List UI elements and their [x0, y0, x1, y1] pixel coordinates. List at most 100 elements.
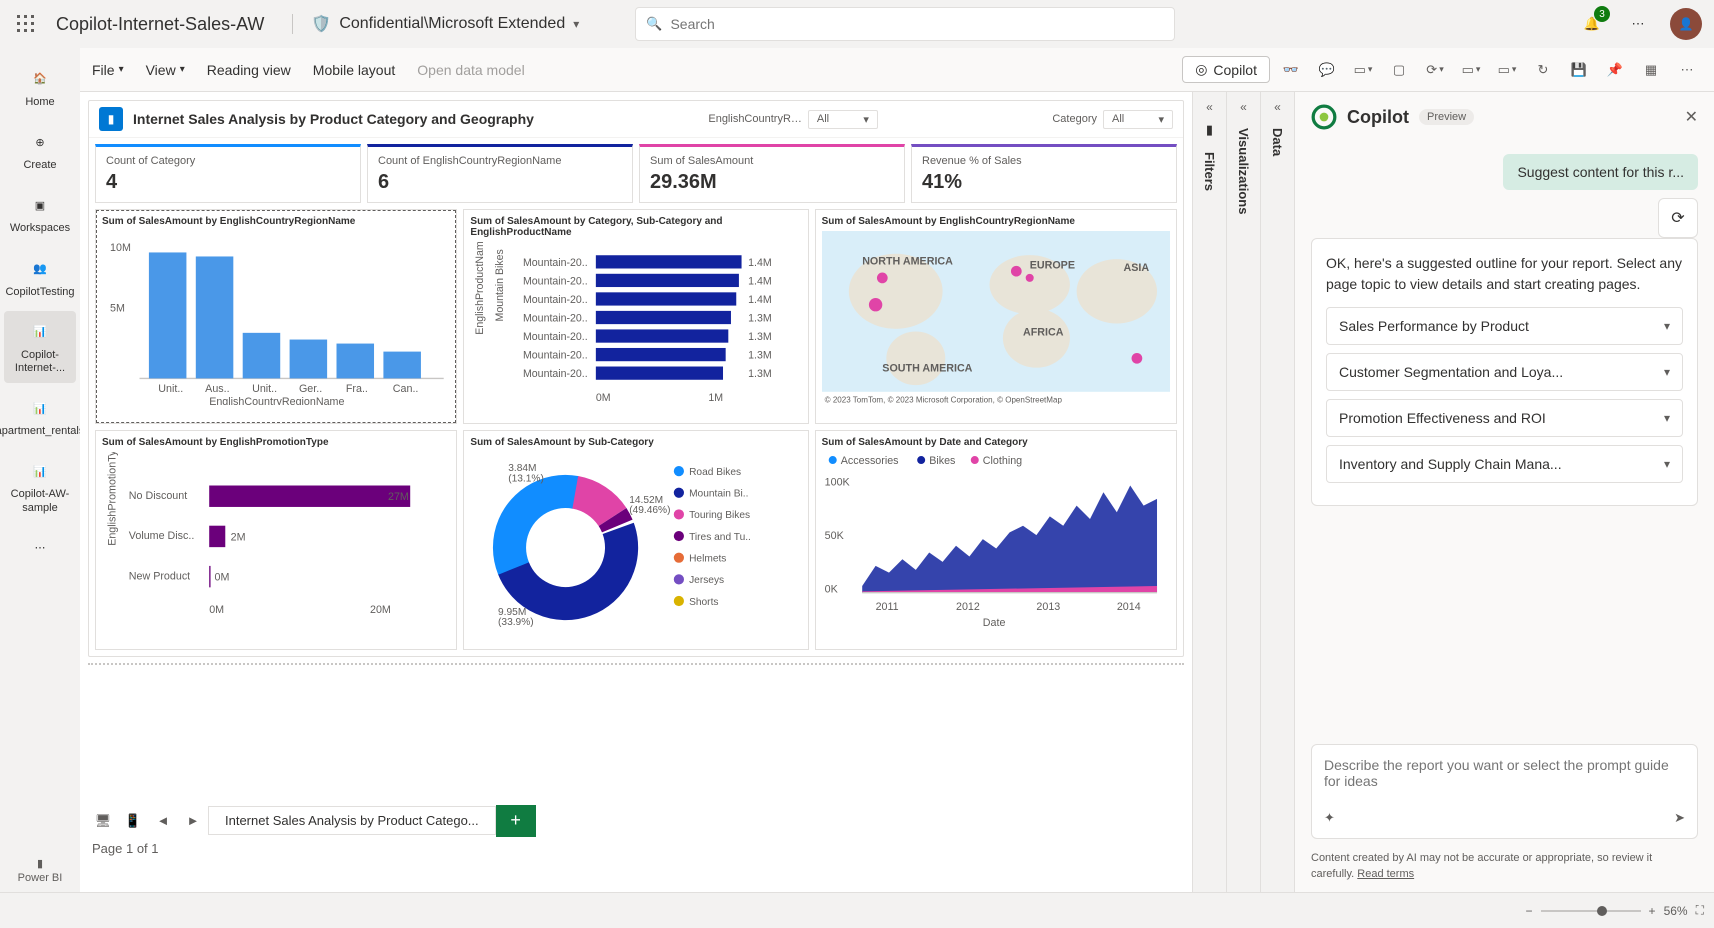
svg-text:1.3M: 1.3M	[749, 350, 773, 362]
sparkle-icon[interactable]: ✦	[1324, 810, 1335, 826]
slicer-country[interactable]: EnglishCountryR… All▾	[708, 110, 878, 129]
read-terms-link[interactable]: Read terms	[1357, 868, 1414, 880]
svg-text:EnglishProductName: EnglishProductName	[475, 242, 487, 335]
nav-home[interactable]: 🏠Home	[4, 58, 76, 117]
chevron-left-icon[interactable]: «	[1274, 100, 1281, 114]
svg-text:Can..: Can..	[393, 383, 419, 395]
suggestion-item[interactable]: Inventory and Supply Chain Mana...▾	[1326, 445, 1683, 483]
chevron-left-icon[interactable]: «	[1206, 100, 1213, 114]
svg-text:Touring Bikes: Touring Bikes	[689, 510, 750, 521]
suggestion-item[interactable]: Customer Segmentation and Loya...▾	[1326, 353, 1683, 391]
nav-copilot-testing[interactable]: 👥CopilotTesting	[4, 248, 76, 307]
svg-text:Jerseys: Jerseys	[689, 575, 724, 586]
zoom-value: 56%	[1664, 904, 1688, 918]
avatar[interactable]: 👤	[1670, 8, 1702, 40]
copilot-input[interactable]: ✦ ➤	[1311, 744, 1698, 839]
zoom-control[interactable]: − + 56% ⛶	[1526, 903, 1704, 918]
bookmark-icon[interactable]: ▭▾	[1348, 55, 1378, 85]
svg-text:(13.1%): (13.1%)	[509, 473, 545, 484]
svg-text:Fra..: Fra..	[346, 383, 368, 395]
close-icon[interactable]: ✕	[1685, 107, 1698, 127]
next-page-icon[interactable]: ►	[178, 806, 208, 836]
report-canvas[interactable]: ▮ Internet Sales Analysis by Product Cat…	[80, 92, 1192, 892]
filters-pane[interactable]: « ▮ Filters	[1192, 92, 1226, 892]
svg-text:100K: 100K	[824, 477, 850, 489]
nav-apartment[interactable]: 📊apartment_rentals	[4, 387, 76, 446]
sensitivity-label[interactable]: 🛡️ Confidential\Microsoft Extended ▾	[292, 14, 579, 34]
report-title: Internet Sales Analysis by Product Categ…	[133, 111, 534, 127]
viz-bar-product[interactable]: Sum of SalesAmount by Category, Sub-Cate…	[463, 209, 808, 424]
svg-text:SOUTH AMERICA: SOUTH AMERICA	[882, 363, 972, 375]
svg-text:EUROPE: EUROPE	[1029, 260, 1074, 272]
chevron-left-icon[interactable]: «	[1240, 100, 1247, 114]
search-input[interactable]: 🔍	[635, 7, 1175, 41]
canvas-divider	[88, 663, 1184, 665]
menu-file[interactable]: File ▾	[92, 62, 124, 78]
menu-view[interactable]: View ▾	[146, 62, 185, 78]
more-icon[interactable]: ⋯	[1624, 10, 1652, 38]
page-tab[interactable]: Internet Sales Analysis by Product Categ…	[208, 806, 496, 835]
kpi-card[interactable]: Sum of SalesAmount29.36M	[639, 144, 905, 203]
nav-workspaces[interactable]: ▣Workspaces	[4, 184, 76, 243]
zoom-slider[interactable]	[1541, 910, 1641, 912]
kpi-card[interactable]: Revenue % of Sales41%	[911, 144, 1177, 203]
svg-text:Road Bikes: Road Bikes	[689, 467, 741, 478]
kpi-row: Count of Category4 Count of EnglishCount…	[89, 138, 1183, 209]
viz-bar-country[interactable]: Sum of SalesAmount by EnglishCountryRegi…	[95, 209, 457, 424]
nav-powerbi[interactable]: ▮Power BI	[4, 849, 76, 892]
suggestion-item[interactable]: Sales Performance by Product▾	[1326, 307, 1683, 345]
mobile-view-icon[interactable]: 📱	[118, 806, 148, 836]
comment-icon[interactable]: 💬	[1312, 55, 1342, 85]
viz-map[interactable]: Sum of SalesAmount by EnglishCountryRegi…	[815, 209, 1177, 424]
waffle-icon[interactable]	[12, 10, 40, 38]
nav-aw-sample[interactable]: 📊Copilot-AW-sample	[4, 450, 76, 522]
svg-text:2013: 2013	[1036, 601, 1060, 613]
share-icon[interactable]: ▭▾	[1492, 55, 1522, 85]
viz-bar-promo[interactable]: Sum of SalesAmount by EnglishPromotionTy…	[95, 430, 457, 650]
send-icon[interactable]: ➤	[1674, 810, 1685, 826]
plus-circle-icon: ⊕	[26, 129, 54, 157]
desktop-view-icon[interactable]: 🖥	[88, 806, 118, 836]
menu-reading-view[interactable]: Reading view	[207, 62, 291, 78]
visualizations-pane[interactable]: « Visualizations	[1226, 92, 1260, 892]
zoom-out-icon[interactable]: −	[1526, 904, 1533, 918]
regenerate-button[interactable]: ⟳	[1658, 198, 1698, 238]
notifications-button[interactable]: 🔔 3	[1578, 10, 1606, 38]
explore-icon[interactable]: 👓	[1276, 55, 1306, 85]
export-icon[interactable]: ▭▾	[1456, 55, 1486, 85]
report-header: ▮ Internet Sales Analysis by Product Cat…	[89, 101, 1183, 138]
add-page-button[interactable]: +	[496, 805, 536, 837]
svg-text:New Product: New Product	[129, 571, 190, 583]
copilot-textarea[interactable]	[1324, 757, 1685, 801]
nav-copilot-internet[interactable]: 📊Copilot-Internet-...	[4, 311, 76, 383]
view-icon[interactable]: ▢	[1384, 55, 1414, 85]
chevron-down-icon: ▾	[863, 113, 869, 126]
search-field[interactable]	[670, 16, 1164, 32]
data-pane[interactable]: « Data	[1260, 92, 1294, 892]
prev-page-icon[interactable]: ◄	[148, 806, 178, 836]
viz-area[interactable]: Sum of SalesAmount by Date and Category …	[815, 430, 1177, 650]
refresh-icon[interactable]: ⟳▾	[1420, 55, 1450, 85]
nav-more[interactable]: ⋯	[4, 527, 76, 571]
kpi-card[interactable]: Count of EnglishCountryRegionName6	[367, 144, 633, 203]
svg-text:1.4M: 1.4M	[749, 257, 773, 269]
fit-page-icon[interactable]: ⛶	[1696, 903, 1704, 918]
chevron-down-icon: ▾	[119, 64, 124, 75]
suggestion-item[interactable]: Promotion Effectiveness and ROI▾	[1326, 399, 1683, 437]
pin-icon[interactable]: 📌	[1600, 55, 1630, 85]
slicer-category[interactable]: Category All▾	[1052, 110, 1173, 129]
kpi-card[interactable]: Count of Category4	[95, 144, 361, 203]
menu-mobile-layout[interactable]: Mobile layout	[313, 62, 396, 78]
viz-donut[interactable]: Sum of SalesAmount by Sub-Category 3.84M…	[463, 430, 808, 650]
save-icon[interactable]: 💾	[1564, 55, 1594, 85]
zoom-in-icon[interactable]: +	[1649, 904, 1656, 918]
reset-icon[interactable]: ↻	[1528, 55, 1558, 85]
svg-text:0K: 0K	[824, 584, 838, 596]
people-icon: 👥	[26, 256, 54, 284]
svg-text:50K: 50K	[824, 530, 844, 542]
copilot-button[interactable]: ◎ Copilot	[1182, 56, 1270, 83]
nav-create[interactable]: ⊕Create	[4, 121, 76, 180]
copilot-logo-icon	[1311, 104, 1337, 130]
teams-icon[interactable]: ▦	[1636, 55, 1666, 85]
more-icon[interactable]: ⋯	[1672, 55, 1702, 85]
